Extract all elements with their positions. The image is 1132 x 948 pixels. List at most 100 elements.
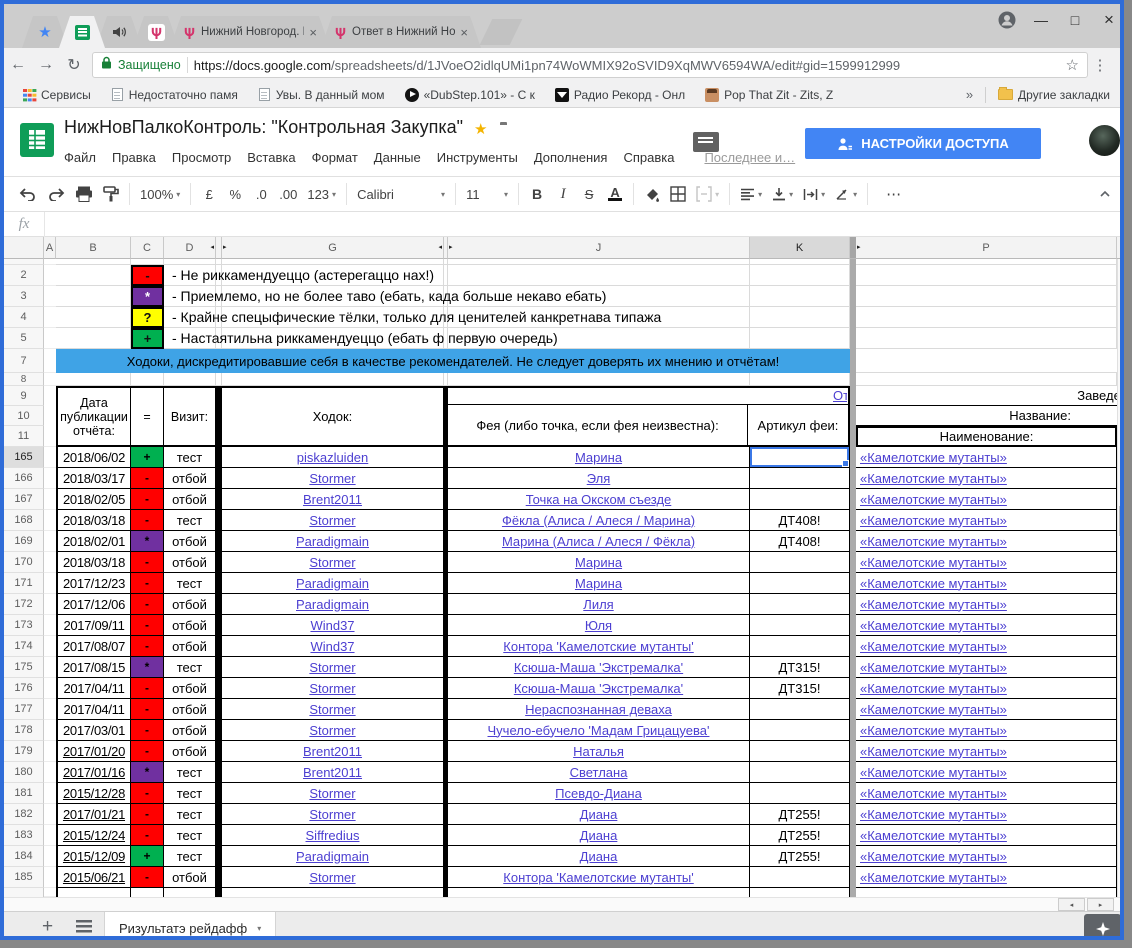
sheets-logo-icon[interactable] — [20, 123, 54, 162]
font-size-select[interactable]: 11 ▾ — [461, 181, 513, 207]
cell-visit[interactable]: тест — [164, 804, 216, 825]
zavedenie-link[interactable]: «Камелотские мутанты» — [860, 723, 1007, 738]
hodok-link[interactable]: piskazluiden — [297, 450, 369, 465]
row-number[interactable]: 168 — [4, 510, 44, 531]
cell-visit[interactable]: тест — [164, 762, 216, 783]
feya-link[interactable]: Ксюша-Маша 'Экстремалка' — [514, 681, 683, 696]
cell-report-date[interactable]: 2018/02/01 — [56, 531, 131, 552]
cell-a[interactable] — [44, 825, 56, 846]
row-number[interactable]: 166 — [4, 468, 44, 489]
zavedenie-link[interactable]: «Камелотские мутанты» — [860, 786, 1007, 801]
cell-artikul[interactable] — [750, 867, 850, 888]
cell-feya[interactable]: Марина — [448, 573, 750, 594]
format-currency-button[interactable]: £ — [196, 181, 222, 207]
cell-hodok[interactable]: Paradigmain — [222, 531, 444, 552]
menu-item[interactable]: Вставка — [239, 146, 303, 169]
feya-link[interactable]: Марина — [575, 555, 622, 570]
horizontal-scrollbar[interactable]: ◂ ▸ — [4, 897, 1124, 911]
cell-hodok[interactable]: Brent2011 — [222, 762, 444, 783]
col-header-d[interactable]: D◂ — [164, 237, 216, 259]
bookmark-item[interactable]: Pop That Zit - Zits, Z — [697, 85, 841, 105]
bookmark-star-icon[interactable]: ☆ — [1066, 56, 1079, 74]
cell-visit[interactable]: отбой — [164, 489, 216, 510]
cell-zavedenie[interactable]: «Камелотские мутанты» — [856, 489, 1117, 510]
header-feya[interactable]: Фея (либо точка, если фея неизвестна): — [448, 405, 748, 445]
cell-rating[interactable]: - — [131, 825, 164, 846]
cell-a[interactable] — [44, 720, 56, 741]
cell-report-date[interactable]: 2017/08/07 — [56, 636, 131, 657]
cell-rating[interactable]: - — [131, 783, 164, 804]
cell-zavedenie[interactable]: «Камелотские мутанты» — [856, 510, 1117, 531]
hodok-link[interactable]: Paradigmain — [296, 576, 369, 591]
cell-report-date[interactable]: 2018/06/02 — [56, 447, 131, 468]
feya-link[interactable]: Ксюша-Маша 'Экстремалка' — [514, 660, 683, 675]
cell-hodok[interactable]: Stormer — [222, 720, 444, 741]
menu-item[interactable]: Справка — [615, 146, 682, 169]
cell-feya[interactable]: Диана — [448, 804, 750, 825]
hodok-link[interactable]: Stormer — [309, 513, 355, 528]
row-number[interactable]: 11 — [4, 426, 44, 447]
cell-visit[interactable]: тест — [164, 846, 216, 867]
feya-link[interactable]: Марина — [575, 576, 622, 591]
cell-zavedenie[interactable]: «Камелотские мутанты» — [856, 636, 1117, 657]
cell-hodok[interactable]: Stormer — [222, 657, 444, 678]
cell-rating[interactable]: - — [131, 804, 164, 825]
cell-feya[interactable]: Эля — [448, 468, 750, 489]
format-percent-button[interactable]: % — [222, 181, 248, 207]
cell-hodok[interactable]: Stormer — [222, 510, 444, 531]
cell-report-date[interactable]: 2018/02/05 — [56, 489, 131, 510]
header-nazvanie[interactable]: Название: — [856, 406, 1117, 426]
vertical-align-icon[interactable]: ▾ — [767, 181, 798, 207]
cell-feya[interactable]: Контора 'Камелотские мутанты' — [448, 867, 750, 888]
row-number[interactable]: 182 — [4, 804, 44, 825]
cell-report-date[interactable]: 2018/03/17 — [56, 468, 131, 489]
cell-zavedenie[interactable]: «Камелотские мутанты» — [856, 552, 1117, 573]
cell-feya[interactable]: Лиля — [448, 594, 750, 615]
zavedenie-link[interactable]: «Камелотские мутанты» — [860, 576, 1007, 591]
hodok-link[interactable]: Brent2011 — [303, 744, 362, 759]
cell-hodok[interactable]: Paradigmain — [222, 846, 444, 867]
cell-visit[interactable]: тест — [164, 783, 216, 804]
cell-report-date[interactable]: 2015/12/28 — [56, 783, 131, 804]
cell-artikul[interactable] — [750, 720, 850, 741]
cell-artikul[interactable] — [750, 783, 850, 804]
cell-artikul[interactable] — [750, 594, 850, 615]
decrease-decimals-button[interactable]: .0 — [248, 181, 274, 207]
feya-link[interactable]: Диана — [580, 807, 618, 822]
cell-rating[interactable]: - — [131, 720, 164, 741]
last-edit-link[interactable]: Последнее и… — [704, 150, 795, 165]
text-color-button[interactable]: A — [602, 181, 628, 207]
header-date[interactable]: Дата публикации отчёта: — [58, 388, 131, 445]
feya-link[interactable]: Диана — [580, 849, 618, 864]
scroll-right-icon[interactable]: ▸ — [1087, 898, 1114, 911]
cell-rating[interactable]: + — [131, 846, 164, 867]
cell-feya[interactable]: Ксюша-Маша 'Экстремалка' — [448, 678, 750, 699]
feya-link[interactable]: Марина (Алиса / Алеся / Фёкла) — [502, 534, 695, 549]
cell-a[interactable] — [44, 489, 56, 510]
menu-item[interactable]: Дополнения — [526, 146, 616, 169]
row-number[interactable]: 169 — [4, 531, 44, 552]
row-number[interactable]: 7 — [4, 349, 44, 373]
undo-icon[interactable] — [14, 181, 42, 207]
cell-a[interactable] — [44, 699, 56, 720]
cell-rating[interactable]: - — [131, 552, 164, 573]
menu-item[interactable]: Просмотр — [164, 146, 239, 169]
cell-a[interactable] — [44, 804, 56, 825]
cell-artikul[interactable]: ДТ315! — [750, 678, 850, 699]
hodok-link[interactable]: Brent2011 — [303, 492, 362, 507]
bookmarks-overflow-chevron[interactable]: » — [958, 87, 981, 102]
cell-rating[interactable]: - — [131, 489, 164, 510]
zavedenie-link[interactable]: «Камелотские мутанты» — [860, 618, 1007, 633]
legend-cell-yellow[interactable]: ? — [131, 307, 164, 328]
feya-link[interactable]: Юля — [585, 618, 612, 633]
minimize-button[interactable]: — — [1024, 6, 1058, 34]
cell-visit[interactable]: отбой — [164, 678, 216, 699]
cell-artikul[interactable]: ДТ255! — [750, 804, 850, 825]
cell-report-date[interactable]: 2017/12/06 — [56, 594, 131, 615]
text-rotation-icon[interactable]: ▾ — [830, 181, 862, 207]
browser-menu-icon[interactable]: ⋮ — [1088, 56, 1112, 74]
other-bookmarks-button[interactable]: Другие закладки — [990, 85, 1118, 105]
cell-report-date[interactable]: 2017/09/11 — [56, 615, 131, 636]
row-number[interactable]: 179 — [4, 741, 44, 762]
row-number[interactable]: 181 — [4, 783, 44, 804]
